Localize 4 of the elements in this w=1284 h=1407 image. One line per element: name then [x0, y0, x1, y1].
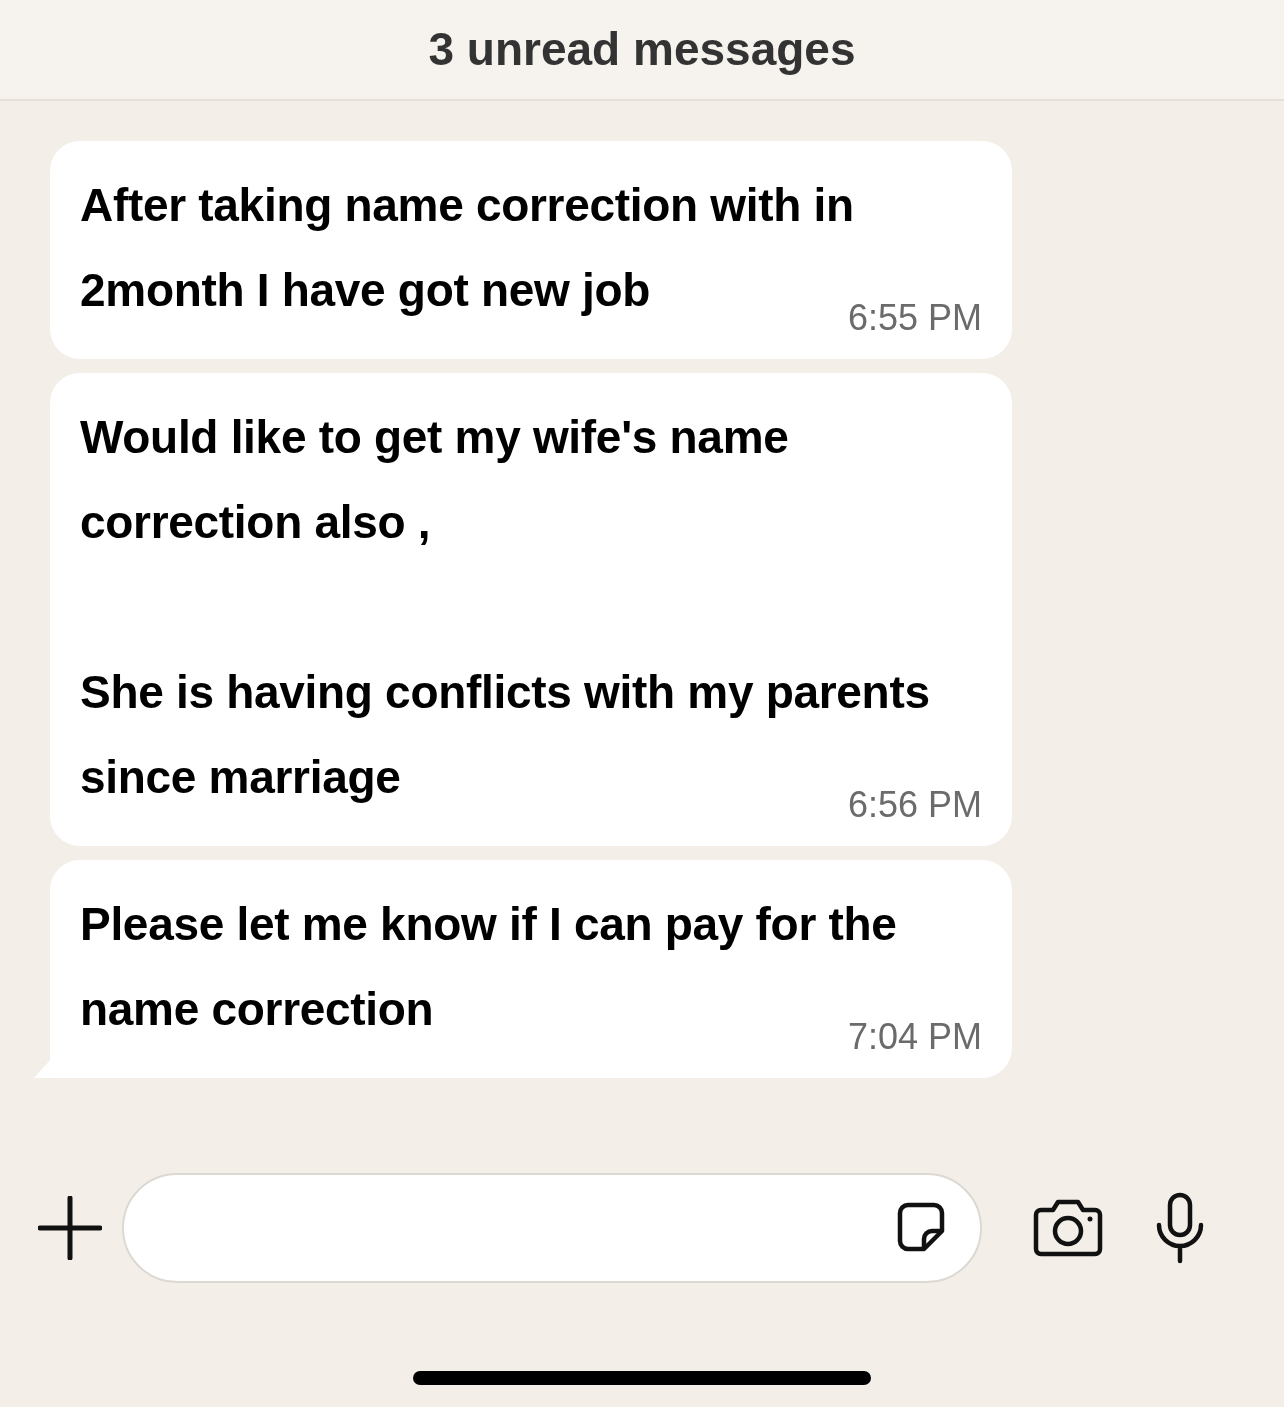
plus-icon[interactable]	[38, 1196, 102, 1260]
unread-banner-text: 3 unread messages	[428, 22, 856, 77]
microphone-icon[interactable]	[1154, 1192, 1206, 1264]
camera-icon[interactable]	[1032, 1199, 1104, 1257]
